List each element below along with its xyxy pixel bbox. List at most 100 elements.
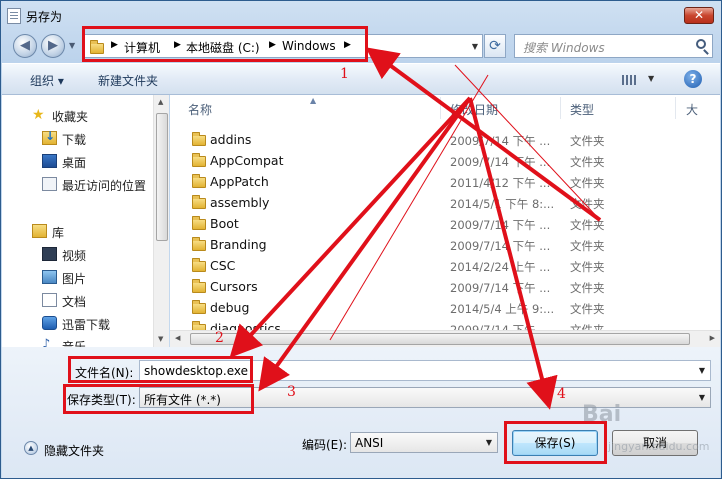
desktop-icon — [42, 154, 57, 168]
file-type: 文件夹 — [570, 155, 605, 169]
breadcrumb[interactable]: ▶ 计算机 ▶ 本地磁盘 (C:) ▶ Windows ▶ ▼ — [83, 34, 483, 58]
breadcrumb-local-disk[interactable]: 本地磁盘 (C:) — [186, 39, 260, 56]
table-row[interactable]: AppPatch 2011/4/12 下午 ... 文件夹 — [170, 171, 710, 192]
file-type: 文件夹 — [570, 239, 605, 253]
collapse-icon[interactable]: ▲ — [24, 441, 38, 455]
column-header-size[interactable]: 大 — [686, 101, 698, 118]
annotation-number-1: 1 — [340, 66, 349, 82]
file-date: 2014/2/24 上午 ... — [450, 260, 551, 274]
chevron-right-icon[interactable]: ▶ — [174, 40, 181, 50]
sidebar-item-videos[interactable]: 视频 — [2, 244, 152, 264]
help-icon[interactable]: ? — [684, 70, 702, 88]
annotation-number-4: 4 — [557, 386, 566, 402]
chevron-right-icon[interactable]: ▶ — [344, 40, 351, 50]
sidebar-item-libraries[interactable]: 库 — [0, 221, 142, 241]
notepad-icon — [7, 8, 21, 24]
horizontal-scrollbar[interactable]: ◀ ▶ — [170, 330, 720, 347]
table-row[interactable]: Branding 2009/7/14 下午 ... 文件夹 — [170, 234, 710, 255]
chevron-down-icon[interactable]: ▼ — [699, 393, 705, 402]
library-icon — [32, 224, 47, 238]
folder-icon — [90, 40, 104, 54]
forward-button[interactable]: ▶ — [41, 34, 65, 58]
folder-icon — [192, 300, 206, 314]
hide-folders-label[interactable]: 隐藏文件夹 — [44, 442, 104, 459]
column-header-date[interactable]: 修改日期 — [450, 101, 498, 118]
file-date: 2014/5/4 上午 9:... — [450, 302, 555, 316]
column-divider[interactable] — [675, 97, 676, 119]
table-row[interactable]: AppCompat 2009/7/14 下午 ... 文件夹 — [170, 150, 710, 171]
chevron-down-icon[interactable]: ▼ — [486, 438, 492, 447]
organize-menu[interactable]: 组织 ▾ — [30, 72, 64, 89]
chevron-down-icon[interactable]: ▼ — [69, 41, 75, 50]
sidebar-item-label: 图片 — [62, 272, 87, 286]
sidebar-item-downloads[interactable]: 下载 — [2, 128, 152, 148]
file-name: addins — [210, 132, 252, 147]
baidu-watermark: Bai jingyan.baidu.com — [582, 402, 710, 462]
sidebar-item-recent-places[interactable]: 最近访问的位置 — [2, 174, 152, 194]
file-name: AppCompat — [210, 153, 284, 168]
column-divider[interactable] — [560, 97, 561, 119]
picture-library-icon — [42, 270, 57, 284]
chevron-down-icon[interactable]: ▼ — [472, 42, 478, 51]
file-name: Cursors — [210, 279, 258, 294]
back-button[interactable]: ◀ — [13, 34, 37, 58]
table-row[interactable]: Cursors 2009/7/14 下午 ... 文件夹 — [170, 276, 710, 297]
file-type: 文件夹 — [570, 197, 605, 211]
sidebar-item-pictures[interactable]: 图片 — [2, 267, 152, 287]
download-folder-icon — [42, 129, 57, 145]
scroll-right-icon[interactable]: ▶ — [710, 334, 715, 342]
sidebar-item-thunder-downloads[interactable]: 迅雷下载 — [2, 313, 152, 333]
column-divider[interactable] — [440, 97, 441, 119]
table-row[interactable]: addins 2009/7/14 下午 ... 文件夹 — [170, 129, 710, 150]
star-icon: ★ — [32, 107, 45, 123]
close-button[interactable]: ✕ — [684, 7, 714, 24]
file-type: 文件夹 — [570, 260, 605, 274]
view-options-icon[interactable] — [622, 75, 636, 85]
file-name: CSC — [210, 258, 236, 273]
chevron-down-icon[interactable]: ▼ — [648, 74, 654, 83]
scrollbar-thumb[interactable] — [156, 113, 168, 241]
scrollbar-thumb[interactable] — [190, 333, 690, 345]
thunder-download-icon — [42, 316, 57, 330]
table-row[interactable]: CSC 2014/2/24 上午 ... 文件夹 — [170, 255, 710, 276]
document-library-icon — [42, 293, 57, 307]
file-date: 2014/5/1 下午 8:... — [450, 197, 555, 211]
breadcrumb-windows[interactable]: Windows — [282, 39, 336, 53]
new-folder-button[interactable]: 新建文件夹 — [98, 72, 158, 89]
sidebar-item-label: 最近访问的位置 — [62, 179, 147, 193]
recent-places-icon — [42, 177, 57, 191]
search-icon[interactable] — [696, 39, 706, 49]
file-name: debug — [210, 300, 250, 315]
file-name: assembly — [210, 195, 270, 210]
chevron-right-icon[interactable]: ▶ — [111, 40, 118, 50]
sidebar-item-documents[interactable]: 文档 — [2, 290, 152, 310]
refresh-button[interactable]: ⟳ — [484, 34, 506, 58]
sidebar-item-desktop[interactable]: 桌面 — [2, 151, 152, 171]
navigation-bar: ◀ ▶ ▼ ▶ 计算机 ▶ 本地磁盘 (C:) ▶ Windows ▶ ▼ ⟳ … — [1, 31, 721, 61]
scroll-down-icon[interactable]: ▼ — [158, 335, 163, 343]
file-list: ▲ 名称 修改日期 类型 大 addins 2009/7/14 下午 ... 文件夹… — [170, 95, 720, 347]
table-row[interactable]: debug 2014/5/4 上午 9:... 文件夹 — [170, 297, 710, 318]
window-title: 另存为 — [26, 10, 63, 24]
table-row[interactable]: Boot 2009/7/14 下午 ... 文件夹 — [170, 213, 710, 234]
chevron-right-icon[interactable]: ▶ — [269, 40, 276, 50]
file-name: AppPatch — [210, 174, 269, 189]
encoding-select[interactable]: ANSI ▼ — [350, 432, 498, 453]
column-header-name[interactable]: 名称 — [188, 101, 212, 118]
sidebar-scrollbar[interactable]: ▲ ▼ — [153, 95, 169, 347]
table-row[interactable]: assembly 2014/5/1 下午 8:... 文件夹 — [170, 192, 710, 213]
chevron-down-icon[interactable]: ▼ — [699, 366, 705, 375]
scroll-up-icon[interactable]: ▲ — [158, 98, 163, 106]
column-header-type[interactable]: 类型 — [570, 101, 594, 118]
watermark-brand: Bai — [582, 402, 622, 427]
scroll-left-icon[interactable]: ◀ — [175, 334, 180, 342]
file-type: 文件夹 — [570, 176, 605, 190]
folder-icon — [192, 195, 206, 209]
breadcrumb-computer[interactable]: 计算机 — [124, 39, 160, 56]
file-date: 2009/7/14 下午 ... — [450, 134, 551, 148]
sidebar-item-favorites[interactable]: ★ 收藏夹 — [0, 105, 142, 125]
command-bar: 组织 ▾ 新建文件夹 ▼ ? — [2, 63, 720, 95]
filename-field[interactable]: showdesktop.exe ▼ — [139, 360, 711, 381]
search-input[interactable]: 搜索 Windows — [514, 34, 713, 58]
navigation-pane: ★ 收藏夹 下载 桌面 最近访问的位置 库 视频 图片 文档 — [0, 95, 169, 354]
